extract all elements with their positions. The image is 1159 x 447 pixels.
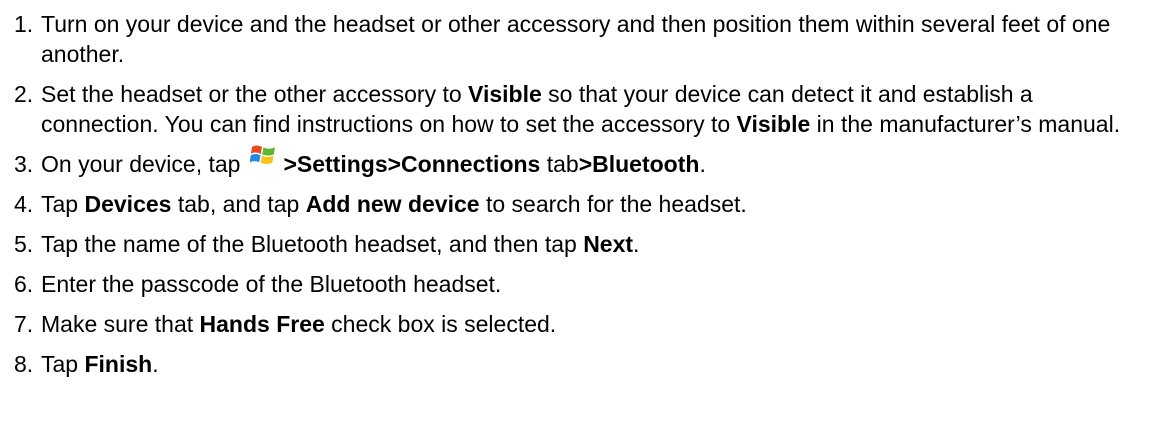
ui-term-finish: Finish [84, 351, 153, 377]
ui-term-devices: Devices [84, 191, 172, 217]
ui-term-visible: Visible [468, 81, 542, 107]
step-text: Tap Devices tab, and tap Add new device … [41, 189, 1131, 219]
step-number: 5. [14, 231, 34, 257]
step-text-run: check box is selected. [324, 311, 557, 337]
step-text-run: tab [540, 151, 579, 177]
step-text-run: Tap [41, 191, 85, 217]
ui-term-bluetooth: >Bluetooth [578, 151, 700, 177]
instructions-document: 1. Turn on your device and the headset o… [0, 0, 1159, 447]
step-text-run: Enter the passcode of the Bluetooth head… [41, 271, 502, 297]
step-number: 2. [14, 81, 34, 107]
step-text: Turn on your device and the headset or o… [41, 9, 1131, 69]
step-number: 1. [14, 11, 34, 37]
step-text-run: . [633, 231, 640, 257]
step-text: Tap Finish. [41, 349, 1131, 379]
ui-term-settings-path: >Settings>Connections [283, 151, 541, 177]
step-text-run: . [152, 351, 159, 377]
step-text-run: . [699, 151, 706, 177]
step-text: On your device, tap >Settings>Connection… [41, 145, 1131, 179]
step-text-run: to search for the headset. [479, 191, 747, 217]
step-number: 8. [14, 351, 34, 377]
step-5: 5. Tap the name of the Bluetooth headset… [14, 229, 1159, 259]
step-text-run: Turn on your device and the headset or o… [41, 11, 1111, 67]
step-number: 7. [14, 311, 34, 337]
steps-list: 1. Turn on your device and the headset o… [14, 9, 1159, 379]
step-text-run: tab, and tap [171, 191, 306, 217]
ui-term-hands-free: Hands Free [199, 311, 325, 337]
step-number: 4. [14, 191, 34, 217]
step-2: 2. Set the headset or the other accessor… [14, 79, 1159, 139]
step-4: 4. Tap Devices tab, and tap Add new devi… [14, 189, 1159, 219]
step-text-run: Tap [41, 351, 85, 377]
ui-term-add-new-device: Add new device [305, 191, 480, 217]
step-3: 3. On your device, tap >Settings>Connect… [14, 145, 1159, 179]
step-text-run: Tap the name of the Bluetooth headset, a… [41, 231, 584, 257]
step-7: 7. Make sure that Hands Free check box i… [14, 309, 1159, 339]
step-text-run: in the manufacturer’s manual. [810, 111, 1121, 137]
step-text: Enter the passcode of the Bluetooth head… [41, 269, 1131, 299]
step-text: Set the headset or the other accessory t… [41, 79, 1131, 139]
step-6: 6. Enter the passcode of the Bluetooth h… [14, 269, 1159, 299]
step-number: 3. [14, 151, 34, 177]
windows-start-icon [250, 142, 276, 168]
ui-term-visible: Visible [736, 111, 811, 137]
step-text-run: Make sure that [41, 311, 200, 337]
step-text-run: Set the headset or the other accessory t… [41, 81, 469, 107]
ui-term-next: Next [583, 231, 634, 257]
step-text: Tap the name of the Bluetooth headset, a… [41, 229, 1131, 259]
step-number: 6. [14, 271, 34, 297]
step-text: Make sure that Hands Free check box is s… [41, 309, 1131, 339]
step-8: 8. Tap Finish. [14, 349, 1159, 379]
step-1: 1. Turn on your device and the headset o… [14, 9, 1159, 69]
step-text-run: On your device, tap [41, 151, 241, 177]
